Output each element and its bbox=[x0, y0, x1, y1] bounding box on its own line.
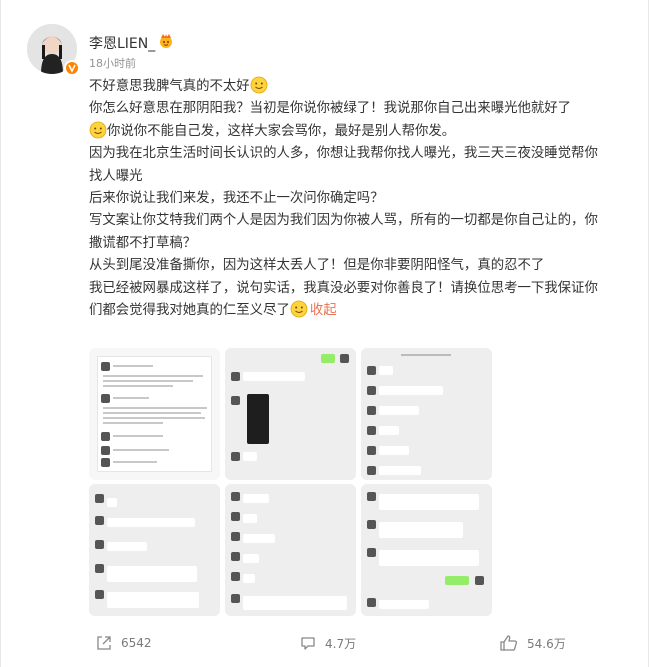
smile-emoji-icon bbox=[89, 121, 107, 139]
post-line-10: 我已经被网暴成这样了，说句实话，我真没必要对你善良了！请换位思考一下我保证你 bbox=[89, 280, 598, 296]
post-line-6: 后来你说让我们来发，我还不止一次问你确定吗？ bbox=[89, 191, 384, 207]
like-count: 54.6万 bbox=[527, 636, 566, 651]
post-line-9: 从头到尾没准备撕你，因为这样太丢人了！但是你非要阴阳怪气，真的忍不了 bbox=[89, 258, 545, 274]
share-button[interactable]: 6542 bbox=[95, 630, 152, 656]
like-button[interactable]: 54.6万 bbox=[499, 630, 566, 656]
thumbs-up-icon bbox=[499, 634, 519, 652]
post-line-3: 你说你不能自己发，这样大家会骂你，最好是别人帮你发。 bbox=[89, 121, 634, 143]
smile-emoji-icon bbox=[250, 76, 268, 94]
share-icon bbox=[95, 634, 113, 652]
post-actions-bar: 6542 4.7万 54.6万 bbox=[1, 630, 649, 660]
post-line-11: 们都会觉得我对她真的仁至义尽了 收起 bbox=[89, 300, 634, 322]
image-grid bbox=[89, 348, 493, 616]
post-line-1: 不好意思我脾气真的不太好 bbox=[89, 76, 634, 98]
screenshot-thumbnail-1[interactable] bbox=[89, 348, 220, 480]
comment-count: 4.7万 bbox=[325, 636, 357, 651]
post-line-2: 你怎么好意思在那阴阳我？当初是你说你被绿了！我说那你自己出来曝光他就好了 bbox=[89, 101, 572, 117]
username[interactable]: 李恩LIEN_ bbox=[89, 33, 155, 53]
share-count: 6542 bbox=[121, 636, 152, 650]
screenshot-thumbnail-6[interactable] bbox=[361, 484, 492, 616]
screenshot-thumbnail-2[interactable] bbox=[225, 348, 356, 480]
collapse-link[interactable]: 收起 bbox=[310, 303, 337, 318]
post-line-8: 撒谎都不打草稿？ bbox=[89, 235, 197, 251]
post-timestamp[interactable]: 18小时前 bbox=[89, 55, 136, 71]
screenshot-thumbnail-3[interactable] bbox=[361, 348, 492, 480]
verified-badge-icon bbox=[64, 60, 80, 76]
post-text: 不好意思我脾气真的不太好 你怎么好意思在那阴阳我？当初是你说你被绿了！我说那你自… bbox=[89, 76, 634, 322]
post-line-5: 找人曝光 bbox=[89, 168, 143, 184]
weibo-post-card: 李恩LIEN_ 18小时前 不好意思我脾气真的不太好 你怎么好意思在那阴阳我？当… bbox=[0, 0, 649, 667]
smile-emoji-icon bbox=[290, 300, 308, 318]
post-line-4: 因为我在北京生活时间长认识的人多，你想让我帮你找人曝光，我三天三夜没睡觉帮你 bbox=[89, 146, 598, 162]
fans-badge-icon bbox=[158, 33, 174, 49]
comment-button[interactable]: 4.7万 bbox=[299, 630, 356, 656]
screenshot-thumbnail-5[interactable] bbox=[225, 484, 356, 616]
screenshot-thumbnail-4[interactable] bbox=[89, 484, 220, 616]
comment-icon bbox=[299, 634, 317, 652]
post-line-7: 写文案让你艾特我们两个人是因为我们因为你被人骂，所有的一切都是你自己让的，你 bbox=[89, 213, 598, 229]
